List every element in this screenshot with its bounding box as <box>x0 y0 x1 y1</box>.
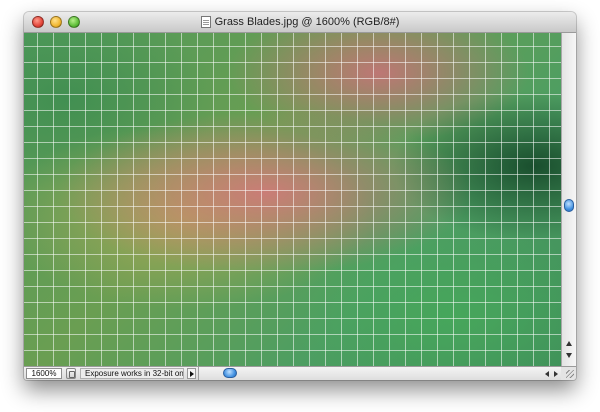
scroll-left-arrow-icon[interactable] <box>545 371 549 377</box>
vertical-scroll-thumb[interactable] <box>564 199 574 212</box>
zoom-field[interactable]: 1600% <box>26 368 62 379</box>
document-icon[interactable] <box>200 16 211 28</box>
document-window: Grass Blades.jpg @ 1600% (RGB/8#) 1600% … <box>24 12 576 380</box>
status-info-text: Exposure works in 32-bit only <box>80 368 184 379</box>
vertical-scrollbar[interactable] <box>561 33 576 366</box>
scroll-up-arrow-icon[interactable] <box>566 341 572 346</box>
scroll-right-arrow-icon[interactable] <box>554 371 558 377</box>
pixel-grid <box>24 33 561 366</box>
scroll-down-arrow-icon[interactable] <box>566 353 572 358</box>
resize-grip-icon[interactable] <box>561 367 576 380</box>
horizontal-scrollbar[interactable] <box>198 367 561 380</box>
status-icon[interactable] <box>66 368 76 379</box>
window-title: Grass Blades.jpg @ 1600% (RGB/8#) <box>214 16 400 28</box>
title-group: Grass Blades.jpg @ 1600% (RGB/8#) <box>24 12 576 32</box>
status-bar: 1600% Exposure works in 32-bit only <box>24 366 576 380</box>
title-bar[interactable]: Grass Blades.jpg @ 1600% (RGB/8#) <box>24 12 576 33</box>
status-menu-arrow-icon[interactable] <box>187 368 196 379</box>
horizontal-scroll-thumb[interactable] <box>223 368 237 378</box>
image-canvas[interactable] <box>24 33 561 366</box>
